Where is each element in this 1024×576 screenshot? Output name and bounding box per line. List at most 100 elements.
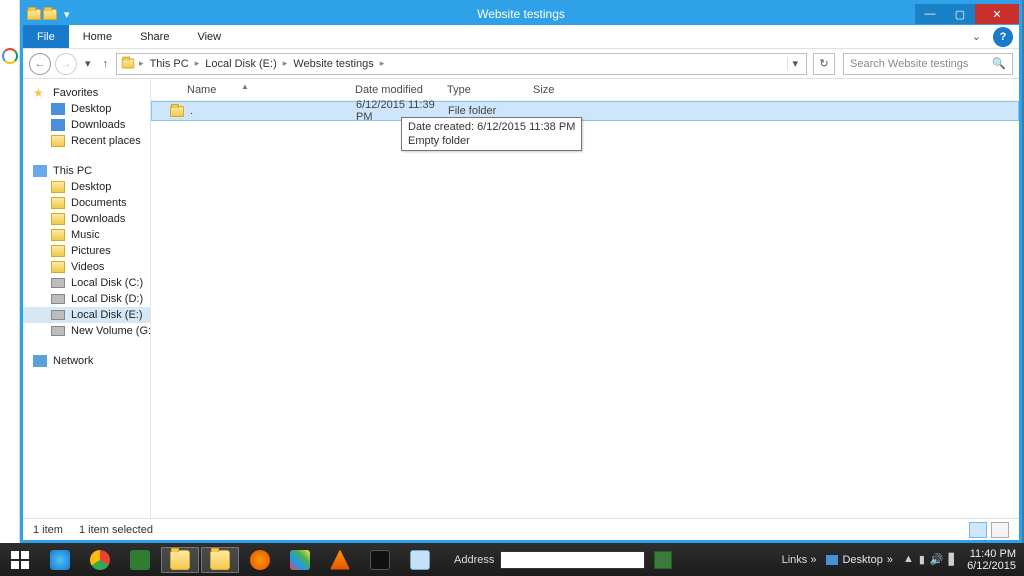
crumb-sep-icon[interactable]: ▸ bbox=[137, 58, 146, 69]
address-dropdown-icon[interactable]: ▾ bbox=[787, 57, 802, 70]
nav-desktop[interactable]: Desktop bbox=[23, 101, 150, 117]
nav-network-header[interactable]: Network bbox=[23, 353, 150, 369]
refresh-button[interactable]: ↻ bbox=[813, 53, 835, 75]
tray-icons[interactable]: ▲ ▮ 🔊 ▋ bbox=[903, 553, 957, 566]
nav-pc-videos[interactable]: Videos bbox=[23, 259, 150, 275]
tray-sound-icon[interactable]: 🔊 bbox=[930, 553, 944, 566]
nav-disk-e[interactable]: Local Disk (E:) bbox=[23, 307, 150, 323]
col-date[interactable]: Date modified bbox=[349, 84, 441, 96]
address-folder-icon bbox=[122, 59, 135, 69]
taskbar[interactable]: Address Links » Desktop » ▲▮🔊▋ 11:40 PM … bbox=[0, 543, 1024, 576]
clock-time: 11:40 PM bbox=[967, 548, 1016, 560]
terminal-icon bbox=[370, 550, 390, 570]
nav-disk-d[interactable]: Local Disk (D:) bbox=[23, 291, 150, 307]
taskbar-links[interactable]: Links » bbox=[782, 554, 817, 566]
nav-pc-downloads[interactable]: Downloads bbox=[23, 211, 150, 227]
store-icon bbox=[130, 550, 150, 570]
nav-pc-documents[interactable]: Documents bbox=[23, 195, 150, 211]
taskbar-app-cmd[interactable] bbox=[361, 547, 399, 573]
folder-icon bbox=[51, 245, 65, 257]
nav-pc-music[interactable]: Music bbox=[23, 227, 150, 243]
tray-clock[interactable]: 11:40 PM 6/12/2015 bbox=[967, 548, 1016, 572]
tray-battery-icon[interactable]: ▋ bbox=[949, 553, 957, 566]
start-button[interactable] bbox=[0, 543, 40, 576]
taskbar-app-firefox[interactable] bbox=[241, 547, 279, 573]
tooltip: Date created: 6/12/2015 11:38 PM Empty f… bbox=[401, 117, 582, 151]
qat-folder-icon[interactable] bbox=[43, 9, 57, 20]
navigation-pane[interactable]: ★Favorites Desktop Downloads Recent plac… bbox=[23, 79, 151, 518]
minimize-button[interactable]: — bbox=[915, 4, 945, 24]
up-button[interactable]: ↑ bbox=[99, 58, 113, 70]
search-input[interactable]: Search Website testings 🔍 bbox=[843, 53, 1013, 75]
file-list-area[interactable]: Name▲ Date modified Type Size . 6/12/201… bbox=[151, 79, 1019, 518]
folder-icon bbox=[51, 135, 65, 147]
nav-disk-c[interactable]: Local Disk (C:) bbox=[23, 275, 150, 291]
ribbon-expand-icon[interactable]: ⌄ bbox=[966, 25, 987, 48]
file-name: . bbox=[190, 105, 193, 117]
crumb-sep-icon[interactable]: ▸ bbox=[378, 58, 387, 69]
col-name[interactable]: Name▲ bbox=[181, 84, 349, 96]
taskbar-app-grid[interactable] bbox=[281, 547, 319, 573]
window-title: Website testings bbox=[477, 7, 565, 21]
downloads-icon bbox=[51, 119, 65, 131]
nav-this-pc-header[interactable]: This PC bbox=[23, 163, 150, 179]
taskbar-address-input[interactable] bbox=[500, 551, 645, 569]
crumb-this-pc[interactable]: This PC bbox=[148, 58, 191, 70]
taskbar-app-chrome[interactable] bbox=[81, 547, 119, 573]
tab-home[interactable]: Home bbox=[69, 25, 126, 48]
nav-volume-g[interactable]: New Volume (G:) bbox=[23, 323, 150, 339]
status-selected: 1 item selected bbox=[79, 524, 153, 536]
taskbar-app-vlc[interactable] bbox=[321, 547, 359, 573]
crumb-local-disk-e[interactable]: Local Disk (E:) bbox=[203, 58, 279, 70]
taskbar-app-explorer2[interactable] bbox=[201, 547, 239, 573]
taskbar-app-notepad[interactable] bbox=[401, 547, 439, 573]
crumb-sep-icon[interactable]: ▸ bbox=[281, 58, 290, 69]
col-type[interactable]: Type bbox=[441, 84, 527, 96]
column-headers: Name▲ Date modified Type Size bbox=[151, 79, 1019, 101]
tab-view[interactable]: View bbox=[183, 25, 235, 48]
col-size[interactable]: Size bbox=[527, 84, 587, 96]
explorer-window: ▾ Website testings — ▢ ✕ File Home Share… bbox=[20, 0, 1022, 543]
taskbar-app-store[interactable] bbox=[121, 547, 159, 573]
crumb-website-testings[interactable]: Website testings bbox=[291, 58, 376, 70]
notepad-icon bbox=[410, 550, 430, 570]
address-bar[interactable]: ▸ This PC ▸ Local Disk (E:) ▸ Website te… bbox=[116, 53, 807, 75]
background-browser-sliver bbox=[0, 0, 20, 543]
recent-locations-button[interactable]: ▾ bbox=[81, 57, 95, 70]
pc-icon bbox=[33, 165, 47, 177]
taskbar-app-ie[interactable] bbox=[41, 547, 79, 573]
taskbar-address-go-button[interactable] bbox=[654, 551, 672, 569]
tray-flag-icon[interactable]: ▲ bbox=[903, 553, 914, 566]
tab-file[interactable]: File bbox=[23, 25, 69, 48]
nav-recent-places[interactable]: Recent places bbox=[23, 133, 150, 149]
folder-icon bbox=[51, 197, 65, 209]
view-details-button[interactable] bbox=[969, 522, 987, 538]
navigation-row: ← → ▾ ↑ ▸ This PC ▸ Local Disk (E:) ▸ We… bbox=[23, 49, 1019, 79]
status-item-count: 1 item bbox=[33, 524, 63, 536]
tray-network-icon[interactable]: ▮ bbox=[919, 553, 925, 566]
close-button[interactable]: ✕ bbox=[975, 4, 1019, 24]
taskbar-app-explorer[interactable] bbox=[161, 547, 199, 573]
status-bar: 1 item 1 item selected bbox=[23, 518, 1019, 540]
file-row[interactable]: . 6/12/2015 11:39 PM File folder bbox=[151, 101, 1019, 121]
drive-icon bbox=[51, 326, 65, 336]
maximize-button[interactable]: ▢ bbox=[945, 4, 975, 24]
crumb-sep-icon[interactable]: ▸ bbox=[193, 58, 202, 69]
title-bar[interactable]: ▾ Website testings — ▢ ✕ bbox=[23, 3, 1019, 25]
ie-icon bbox=[50, 550, 70, 570]
help-button[interactable]: ? bbox=[993, 27, 1013, 47]
nav-favorites-header[interactable]: ★Favorites bbox=[23, 85, 150, 101]
app-grid-icon bbox=[290, 550, 310, 570]
forward-button[interactable]: → bbox=[55, 53, 77, 75]
search-placeholder: Search Website testings bbox=[850, 58, 992, 70]
nav-pc-desktop[interactable]: Desktop bbox=[23, 179, 150, 195]
nav-downloads[interactable]: Downloads bbox=[23, 117, 150, 133]
taskbar-desktop-toolbar[interactable]: Desktop » bbox=[826, 554, 892, 566]
nav-pc-pictures[interactable]: Pictures bbox=[23, 243, 150, 259]
back-button[interactable]: ← bbox=[29, 53, 51, 75]
view-thumbnails-button[interactable] bbox=[991, 522, 1009, 538]
chrome-logo-icon bbox=[2, 48, 18, 64]
clock-date: 6/12/2015 bbox=[967, 560, 1016, 572]
qat-dropdown-icon[interactable]: ▾ bbox=[61, 8, 73, 21]
tab-share[interactable]: Share bbox=[126, 25, 183, 48]
